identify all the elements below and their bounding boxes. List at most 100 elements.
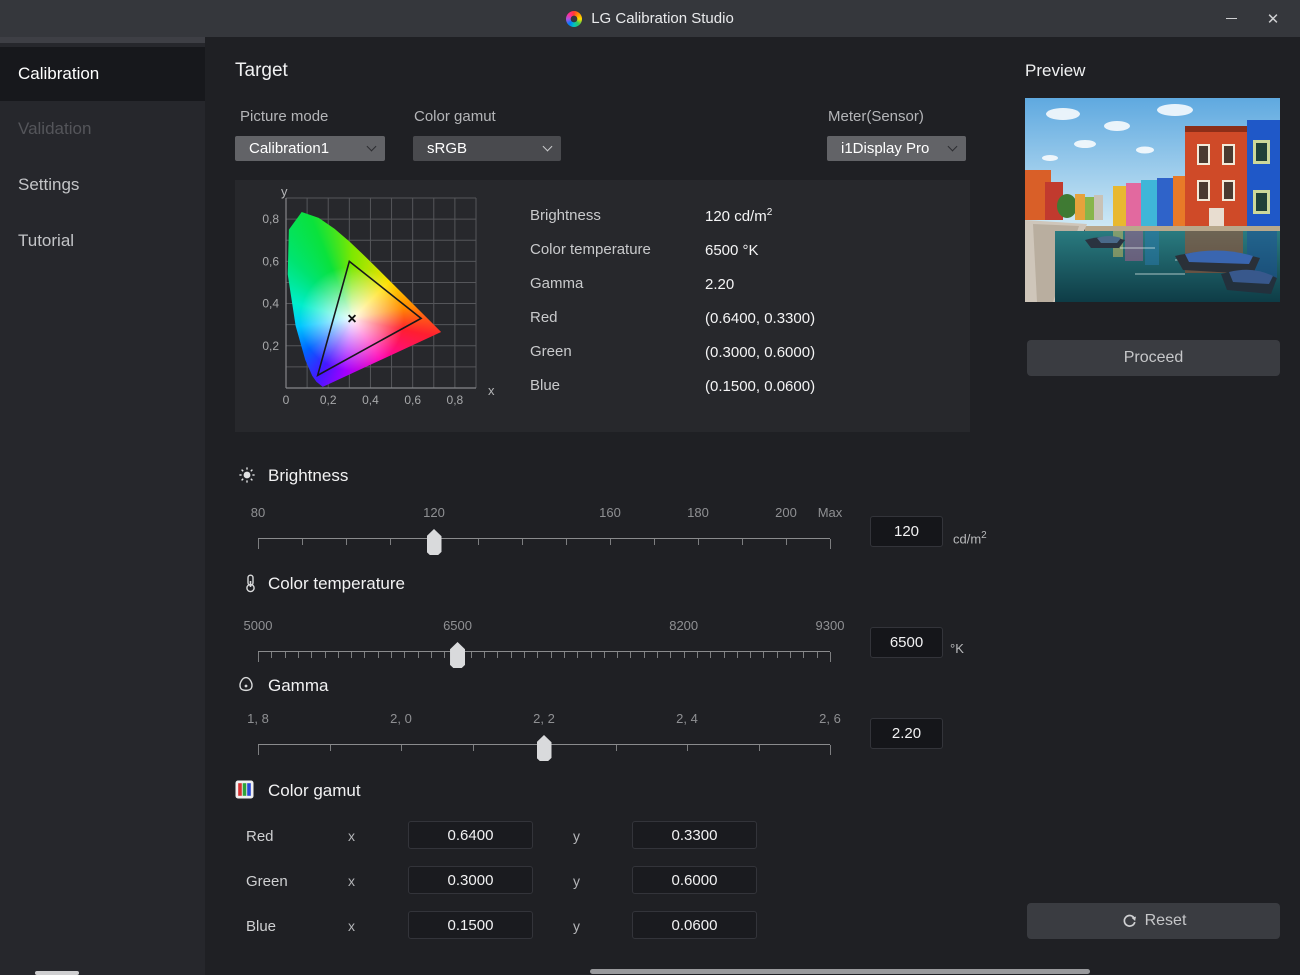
slider-scale-label: 2, 0 [390,711,412,726]
proceed-button-label: Proceed [1124,349,1184,367]
color-temperature-thermometer-icon [240,573,260,593]
gamut-green-x-label: x [348,873,355,889]
brightness-section-title: Brightness [268,466,348,486]
gamut-blue-y-input[interactable] [632,911,757,939]
gamut-blue-x-input[interactable] [408,911,533,939]
horizontal-scrollbar-thumb[interactable] [590,969,1090,974]
slider-scale-label: Max [818,505,843,520]
sidebar-item-label: Tutorial [18,231,74,251]
summary-green-value: (0.3000, 0.6000) [705,343,815,361]
minimize-button[interactable] [1208,0,1254,37]
chevron-down-icon [543,142,553,152]
picture-mode-label: Picture mode [240,108,328,125]
gamut-red-x-label: x [348,828,355,844]
target-heading: Target [235,60,288,82]
slider-scale-label: 5000 [244,618,273,633]
sidebar: Calibration Validation Settings Tutorial [0,37,205,975]
sidebar-item-label: Calibration [18,64,99,84]
reset-button-label: Reset [1145,912,1187,930]
gamut-blue-y-label: y [573,918,580,934]
gamut-green-y-input[interactable] [632,866,757,894]
slider-scale-label: 160 [599,505,621,520]
title-bar: LG Calibration Studio [0,0,1300,37]
sidebar-item-calibration[interactable]: Calibration [0,47,205,101]
summary-red-label: Red [530,309,558,326]
app-window: LG Calibration Studio ✕ Calibration Vali… [0,0,1300,975]
sidebar-scrollbar-thumb[interactable] [35,971,79,975]
sidebar-top-strip [0,37,205,43]
preview-heading: Preview [1025,61,1085,81]
color-gamut-dropdown[interactable]: sRGB [413,136,561,161]
slider-scale-label: 6500 [443,618,472,633]
chevron-down-icon [948,142,958,152]
gamma-icon [236,675,256,695]
sidebar-item-label: Validation [18,119,91,139]
brightness-unit-label: cd/m2 [953,530,987,546]
minimize-icon [1226,18,1237,19]
slider-track[interactable] [258,651,830,652]
summary-gamma-label: Gamma [530,275,583,292]
color-temperature-value-input[interactable] [870,627,943,658]
slider-scale-label: 180 [687,505,709,520]
picture-mode-value: Calibration1 [249,140,329,157]
reset-button[interactable]: Reset [1027,903,1280,939]
gamut-red-y-input[interactable] [632,821,757,849]
summary-brightness-value: 120 cd/m2 [705,207,772,225]
gamut-green-label: Green [246,873,288,890]
color-temperature-unit-label: °K [950,641,964,656]
gamma-value-input[interactable] [870,718,943,749]
color-temperature-section-title: Color temperature [268,574,405,594]
gamut-blue-label: Blue [246,918,276,935]
summary-red-value: (0.6400, 0.3300) [705,309,815,327]
gamut-green-x-input[interactable] [408,866,533,894]
sidebar-item-settings[interactable]: Settings [0,158,205,212]
preview-image [1025,98,1280,302]
gamut-red-label: Red [246,828,274,845]
meter-sensor-label: Meter(Sensor) [828,108,924,125]
slider-scale-label: 2, 2 [533,711,555,726]
chromaticity-chart-overlay [248,186,498,418]
chevron-down-icon [367,142,377,152]
slider-thumb[interactable] [427,529,442,555]
slider-scale-label: 2, 4 [676,711,698,726]
summary-color-temperature-label: Color temperature [530,241,651,258]
close-button[interactable]: ✕ [1250,0,1296,37]
summary-brightness-label: Brightness [530,207,601,224]
slider-scale-label: 120 [423,505,445,520]
app-color-wheel-icon [566,11,582,27]
reset-icon [1121,913,1138,930]
summary-blue-value: (0.1500, 0.0600) [705,377,815,395]
slider-thumb[interactable] [450,642,465,668]
slider-scale-label: 8200 [669,618,698,633]
summary-gamma-value: 2.20 [705,275,734,293]
slider-track[interactable] [258,538,830,539]
slider-scale-label: 80 [251,505,265,520]
close-icon: ✕ [1267,10,1280,28]
color-gamut-label: Color gamut [414,108,496,125]
slider-scale-label: 200 [775,505,797,520]
meter-sensor-value: i1Display Pro [841,140,929,157]
brightness-sun-icon [237,465,257,485]
color-gamut-rgb-icon [235,780,254,799]
proceed-button[interactable]: Proceed [1027,340,1280,376]
gamut-blue-x-label: x [348,918,355,934]
slider-thumb[interactable] [537,735,552,761]
slider-scale-label: 2, 6 [819,711,841,726]
gamut-red-x-input[interactable] [408,821,533,849]
meter-sensor-dropdown[interactable]: i1Display Pro [827,136,966,161]
sidebar-item-tutorial[interactable]: Tutorial [0,214,205,268]
gamut-green-y-label: y [573,873,580,889]
color-gamut-value: sRGB [427,140,467,157]
brightness-value-input[interactable] [870,516,943,547]
window-title: LG Calibration Studio [591,10,734,27]
sidebar-item-validation[interactable]: Validation [0,102,205,156]
slider-scale-label: 1, 8 [247,711,269,726]
summary-green-label: Green [530,343,572,360]
slider-scale-label: 9300 [816,618,845,633]
picture-mode-dropdown[interactable]: Calibration1 [235,136,385,161]
sidebar-item-label: Settings [18,175,79,195]
color-gamut-section-title: Color gamut [268,781,361,801]
gamma-section-title: Gamma [268,676,328,696]
summary-blue-label: Blue [530,377,560,394]
summary-color-temperature-value: 6500 °K [705,241,759,259]
